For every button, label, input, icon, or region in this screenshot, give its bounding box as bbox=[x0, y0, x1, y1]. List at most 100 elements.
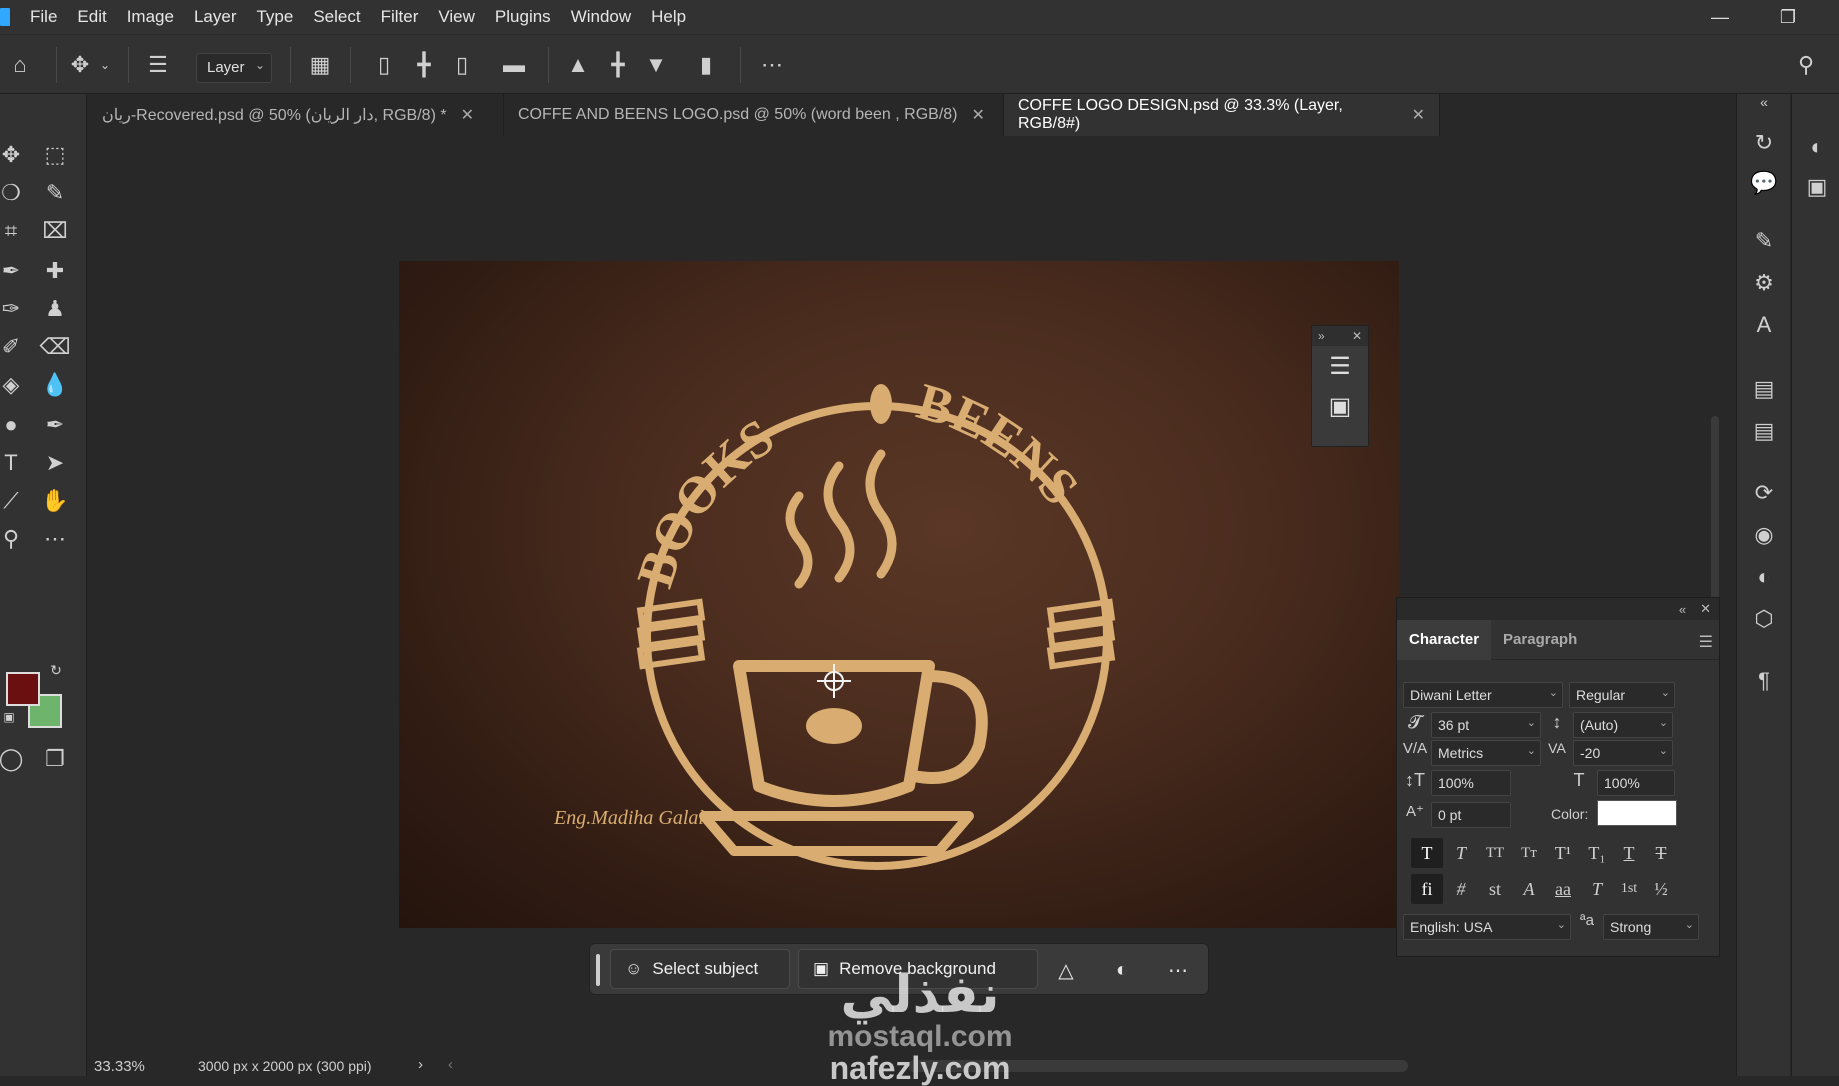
menu-view[interactable]: View bbox=[438, 7, 475, 27]
language-select[interactable]: English: USA ⌄ bbox=[1403, 914, 1571, 940]
menu-window[interactable]: Window bbox=[571, 7, 631, 27]
path-selection-icon[interactable]: ➤ bbox=[38, 446, 72, 480]
menu-layer[interactable]: Layer bbox=[194, 7, 237, 27]
lasso-tool-icon[interactable]: ❍ bbox=[0, 176, 28, 210]
libraries-icon[interactable]: ▣ bbox=[1312, 386, 1368, 426]
libraries-icon[interactable]: ▣ bbox=[1800, 170, 1834, 204]
eraser-icon[interactable]: ⌫ bbox=[38, 330, 72, 364]
menu-filter[interactable]: Filter bbox=[381, 7, 419, 27]
horizontal-scale-input[interactable]: 100% bbox=[1597, 770, 1675, 796]
move-tool-icon[interactable]: ✥ bbox=[0, 138, 28, 172]
chevron-right-icon[interactable]: › bbox=[418, 1056, 423, 1073]
home-icon[interactable]: ⌂ bbox=[4, 49, 36, 81]
adjustments-icon[interactable]: ⚙ bbox=[1747, 266, 1781, 300]
distribute-icon[interactable]: ▬ bbox=[498, 49, 530, 81]
close-icon[interactable]: ✕ bbox=[1700, 601, 1711, 617]
comments-icon[interactable]: 💬 bbox=[1747, 166, 1781, 200]
ordinals-button[interactable]: 1st bbox=[1613, 874, 1645, 904]
titling-alternates-button[interactable]: T bbox=[1581, 874, 1613, 904]
small-caps-button[interactable]: Tт bbox=[1513, 838, 1545, 868]
stamp-tool-icon[interactable]: ♟ bbox=[38, 292, 72, 326]
more-tools-icon[interactable]: ⋯ bbox=[38, 522, 72, 556]
baseline-shift-input[interactable]: 0 pt bbox=[1431, 802, 1511, 828]
align-top-icon[interactable]: ▲ bbox=[562, 49, 594, 81]
menu-help[interactable]: Help bbox=[651, 7, 686, 27]
quick-selection-icon[interactable]: ✎ bbox=[38, 176, 72, 210]
leading-input[interactable]: (Auto) ⌄ bbox=[1573, 712, 1673, 738]
history-brush-icon[interactable]: ✐ bbox=[0, 330, 28, 364]
close-icon[interactable]: ✕ bbox=[972, 105, 985, 125]
dodge-tool-icon[interactable]: ● bbox=[0, 408, 28, 442]
drag-handle[interactable] bbox=[596, 954, 600, 986]
type-tool-icon[interactable]: T bbox=[0, 446, 28, 480]
subscript-button[interactable]: T₁ bbox=[1581, 838, 1613, 868]
chevron-down-icon[interactable]: ⌄ bbox=[96, 49, 114, 81]
more-options-icon[interactable]: ⋯ bbox=[756, 49, 788, 81]
adjustment-icon[interactable]: ◐ bbox=[1104, 952, 1140, 988]
frame-tool-icon[interactable]: ⌧ bbox=[38, 214, 72, 248]
expand-icon[interactable]: » bbox=[1318, 329, 1325, 343]
all-caps-button[interactable]: TT bbox=[1479, 838, 1511, 868]
vertical-scale-input[interactable]: 100% bbox=[1431, 770, 1511, 796]
tab-document-2[interactable]: COFFE AND BEENS LOGO.psd @ 50% (word bee… bbox=[504, 94, 1004, 136]
swap-colors-icon[interactable]: ↻ bbox=[46, 660, 66, 680]
notes-icon[interactable]: ▤ bbox=[1747, 414, 1781, 448]
quick-mask-icon[interactable]: ◯ bbox=[0, 742, 28, 776]
document-canvas[interactable]: BOOKS BEENS Eng.Madiha Galal bbox=[399, 261, 1399, 928]
distribute-vertical-icon[interactable]: ▮ bbox=[690, 49, 722, 81]
close-icon[interactable]: ✕ bbox=[461, 105, 474, 125]
align-right-icon[interactable]: ▯ bbox=[446, 49, 478, 81]
close-icon[interactable]: ✕ bbox=[1412, 105, 1425, 125]
auto-select-layers-icon[interactable]: ☰ bbox=[142, 49, 174, 81]
menu-file[interactable]: File bbox=[30, 7, 57, 27]
kerning-select[interactable]: Metrics ⌄ bbox=[1431, 740, 1541, 766]
align-left-icon[interactable]: ▯ bbox=[368, 49, 400, 81]
faux-bold-button[interactable]: T bbox=[1411, 838, 1443, 868]
underline-button[interactable]: T bbox=[1613, 838, 1645, 868]
foreground-color-swatch[interactable] bbox=[6, 672, 40, 706]
collapse-icon[interactable]: « bbox=[1747, 94, 1781, 110]
menu-type[interactable]: Type bbox=[256, 7, 293, 27]
superscript-button[interactable]: T¹ bbox=[1547, 838, 1579, 868]
zoom-level[interactable]: 33.33% bbox=[94, 1058, 145, 1075]
discretionary-ligatures-button[interactable]: st bbox=[1479, 874, 1511, 904]
marquee-tool-icon[interactable]: ⬚ bbox=[38, 138, 72, 172]
eyedropper-icon[interactable]: ✒ bbox=[0, 254, 28, 288]
font-family-select[interactable]: Diwani Letter ⌄ bbox=[1403, 682, 1563, 708]
minimize-icon[interactable]: — bbox=[1692, 0, 1748, 34]
blur-tool-icon[interactable]: 💧 bbox=[38, 368, 72, 402]
color-icon[interactable]: ◐ bbox=[1800, 130, 1834, 164]
close-icon[interactable]: ✕ bbox=[1352, 329, 1362, 343]
strikethrough-button[interactable]: T bbox=[1645, 838, 1677, 868]
more-options-icon[interactable]: ⋯ bbox=[1160, 952, 1196, 988]
faux-italic-button[interactable]: T bbox=[1445, 838, 1477, 868]
tab-document-3-active[interactable]: COFFE LOGO DESIGN.psd @ 33.3% (Layer, RG… bbox=[1004, 94, 1440, 136]
old-style-button[interactable]: # bbox=[1445, 874, 1477, 904]
pen-tool-icon[interactable]: ✒ bbox=[38, 408, 72, 442]
brush-settings-icon[interactable]: ✎ bbox=[1747, 224, 1781, 258]
healing-brush-icon[interactable]: ✚ bbox=[38, 254, 72, 288]
layers-icon[interactable]: ☰ bbox=[1312, 346, 1368, 386]
align-middle-icon[interactable]: ╋ bbox=[602, 49, 634, 81]
history-icon[interactable]: ↻ bbox=[1747, 126, 1781, 160]
character-icon[interactable]: A bbox=[1747, 308, 1781, 342]
restore-icon[interactable]: ❐ bbox=[1760, 0, 1816, 34]
auto-select-dropdown[interactable]: Layer ⌄ bbox=[196, 53, 272, 83]
collapse-icon[interactable]: « bbox=[1679, 602, 1686, 617]
ligatures-button[interactable]: fi bbox=[1411, 874, 1443, 904]
swash-button[interactable]: A bbox=[1513, 874, 1545, 904]
select-subject-button[interactable]: ☺ Select subject bbox=[610, 949, 790, 989]
zoom-tool-icon[interactable]: ⚲ bbox=[0, 522, 28, 556]
text-color-swatch[interactable] bbox=[1597, 800, 1677, 826]
align-bottom-icon[interactable]: ▼ bbox=[640, 49, 672, 81]
tab-document-1[interactable]: ريان-Recovered.psd @ 50% (دار الريان, RG… bbox=[88, 94, 504, 136]
scroll-left-icon[interactable]: ‹ bbox=[448, 1056, 453, 1073]
menu-image[interactable]: Image bbox=[127, 7, 174, 27]
font-size-input[interactable]: 36 pt ⌄ bbox=[1431, 712, 1541, 738]
align-center-icon[interactable]: ╋ bbox=[408, 49, 440, 81]
paths-icon[interactable]: ⟳ bbox=[1747, 476, 1781, 510]
screen-mode-icon[interactable]: ❐ bbox=[38, 742, 72, 776]
paragraph-styles-icon[interactable]: ¶ bbox=[1747, 664, 1781, 698]
default-colors-icon[interactable]: ▣ bbox=[0, 708, 18, 726]
transform-controls-icon[interactable]: ▦ bbox=[304, 49, 336, 81]
